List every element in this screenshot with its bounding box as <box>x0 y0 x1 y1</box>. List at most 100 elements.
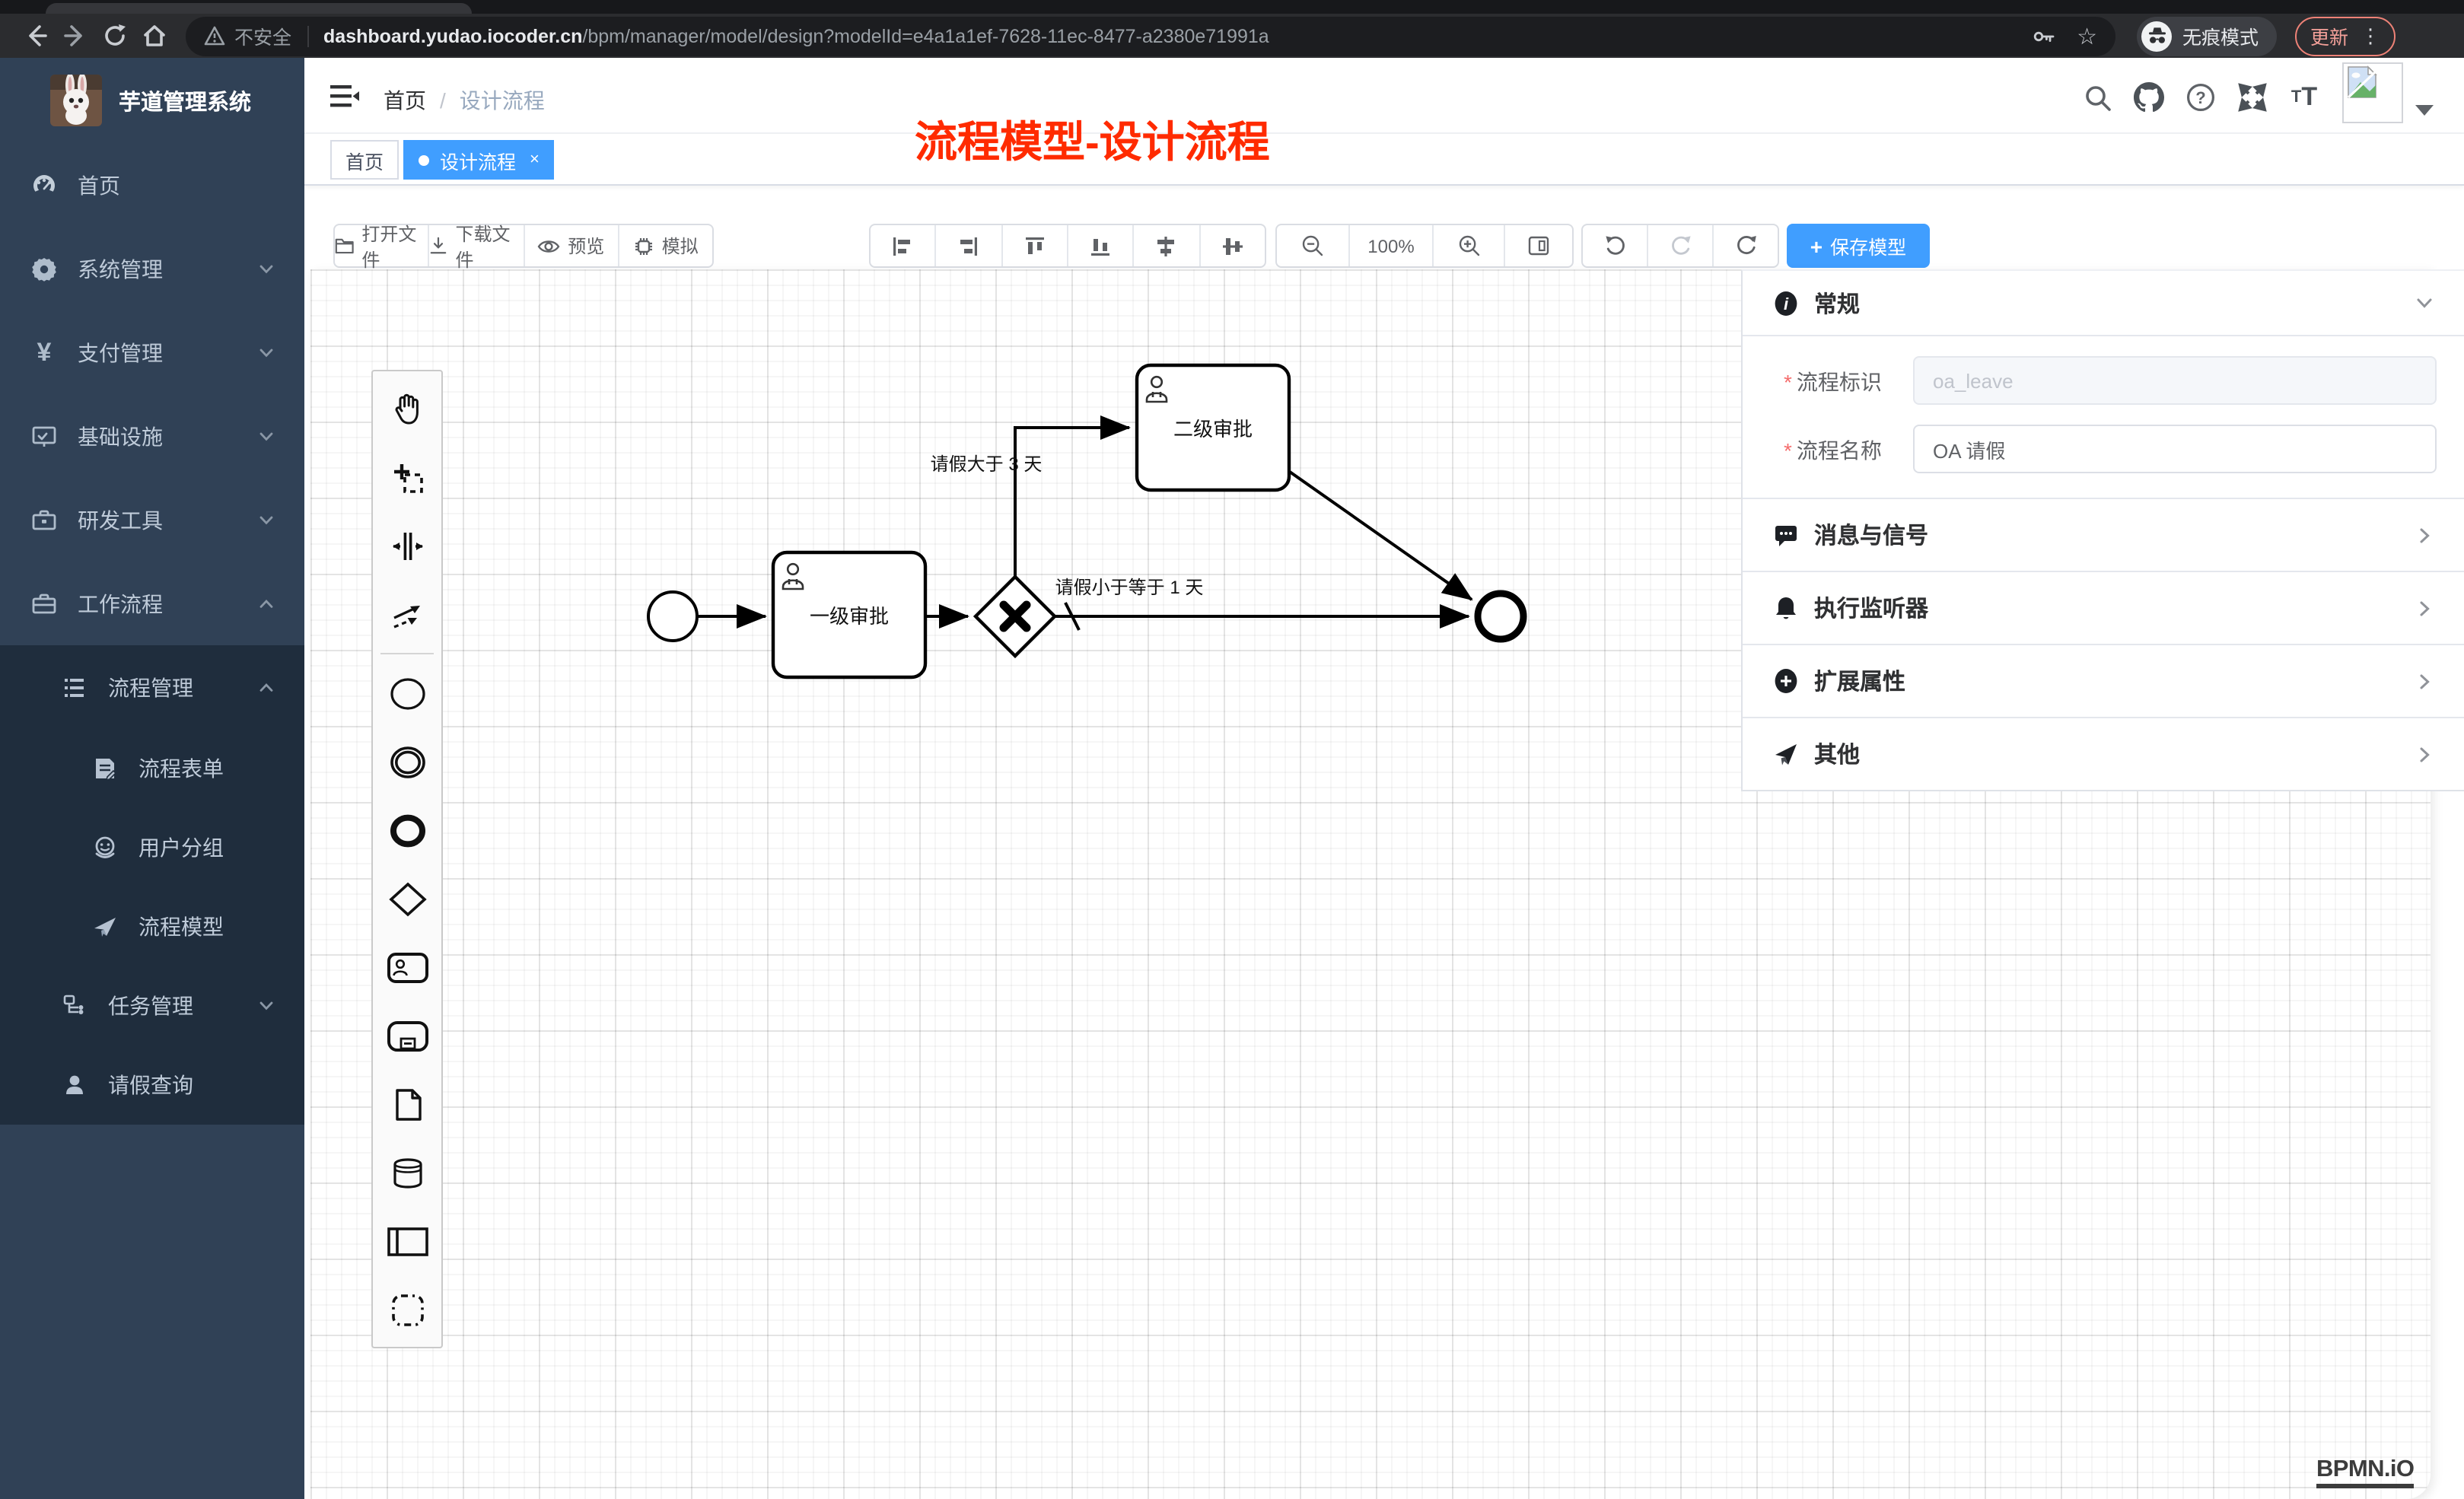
zoom-in-icon <box>1457 234 1480 257</box>
align-top-button[interactable] <box>1001 225 1067 266</box>
align-right-button[interactable] <box>935 225 1001 266</box>
preview-button[interactable]: 预览 <box>523 225 618 266</box>
process-name-input[interactable] <box>1913 425 2437 473</box>
section-general[interactable]: i 常规 <box>1743 271 2464 336</box>
sidebar-item-process-form[interactable]: 流程表单 <box>0 729 304 808</box>
logo-image <box>50 75 102 126</box>
sidebar-item-workflow[interactable]: 工作流程 <box>0 562 304 645</box>
sidebar-item-task-mgmt[interactable]: 任务管理 <box>0 966 304 1045</box>
breadcrumb-home[interactable]: 首页 <box>384 85 426 116</box>
end-event[interactable] <box>1478 594 1523 639</box>
chevron-down-icon <box>259 998 274 1014</box>
folder-icon <box>335 236 354 256</box>
incognito-badge: 无痕模式 <box>2137 16 2277 56</box>
help-icon[interactable]: ? <box>2185 82 2216 113</box>
zoom-out-button[interactable] <box>1277 225 1348 266</box>
tab-close-icon[interactable]: × <box>530 151 540 169</box>
tab-design-process[interactable]: 设计流程 × <box>403 140 555 180</box>
process-key-input[interactable] <box>1913 356 2437 405</box>
flow-gateway-to-task2[interactable] <box>1015 428 1129 577</box>
start-event[interactable] <box>648 592 697 641</box>
bpmn-io-logo[interactable]: BPMN.iO <box>2316 1456 2414 1488</box>
browser-tab-strip <box>0 0 2464 14</box>
zoom-in-button[interactable] <box>1432 225 1504 266</box>
svg-text:?: ? <box>2195 88 2205 107</box>
restart-button[interactable] <box>1712 225 1778 266</box>
form-row-process-name: *流程名称 <box>1743 425 2464 473</box>
sidebar-item-label: 流程模型 <box>138 912 224 942</box>
align-middle-button[interactable] <box>1199 225 1265 266</box>
save-model-button[interactable]: + 保存模型 <box>1787 224 1930 268</box>
tab-home[interactable]: 首页 <box>330 140 399 180</box>
download-file-button[interactable]: 下载文件 <box>428 225 524 266</box>
chevron-down-icon <box>259 261 274 276</box>
sidebar-item-process-mgmt[interactable]: 流程管理 <box>0 645 304 729</box>
section-title: 扩展属性 <box>1814 665 1905 697</box>
exclusive-gateway[interactable] <box>976 577 1055 656</box>
browser-update-button[interactable]: 更新 ⋮ <box>2295 16 2396 56</box>
sidebar-item-label: 用户分组 <box>138 832 224 863</box>
flow-label-gt3[interactable]: 请假大于 3 天 <box>931 454 1043 475</box>
fullscreen-icon[interactable] <box>2237 82 2268 113</box>
home-icon[interactable] <box>134 16 173 56</box>
avatar-dropdown-caret[interactable] <box>2415 105 2434 116</box>
section-extended-attributes[interactable]: 扩展属性 <box>1743 645 2464 718</box>
sidebar-item-process-model[interactable]: 流程模型 <box>0 887 304 966</box>
person-icon <box>61 1071 88 1099</box>
font-size-icon[interactable]: TT <box>2289 82 2319 113</box>
chevron-right-icon <box>2415 672 2434 690</box>
sidebar-item-system[interactable]: 系统管理 <box>0 227 304 310</box>
align-left-button[interactable] <box>871 225 935 266</box>
eye-icon <box>537 237 560 255</box>
avatar[interactable] <box>2342 62 2403 123</box>
sidebar-item-infrastructure[interactable]: 基础设施 <box>0 394 304 478</box>
search-icon[interactable] <box>2082 82 2112 113</box>
forward-icon[interactable] <box>55 16 94 56</box>
breadcrumb-separator: / <box>440 88 446 113</box>
user-task-level1[interactable]: 一级审批 <box>773 552 925 677</box>
align-bottom-button[interactable] <box>1067 225 1133 266</box>
sidebar-item-user-group[interactable]: 用户分组 <box>0 808 304 887</box>
briefcase-icon <box>30 590 58 617</box>
app-logo: 芋道管理系统 <box>0 58 304 143</box>
flow-label-le1[interactable]: 请假小于等于 1 天 <box>1055 578 1204 598</box>
zoom-level: 100% <box>1348 225 1432 266</box>
zoom-fit-button[interactable] <box>1504 225 1572 266</box>
breadcrumb-current: 设计流程 <box>460 85 545 116</box>
undo-icon <box>1603 234 1626 257</box>
github-icon[interactable] <box>2134 82 2164 113</box>
section-message-signal[interactable]: 消息与信号 <box>1743 499 2464 572</box>
simulate-button[interactable]: 模拟 <box>618 225 713 266</box>
align-center-button[interactable] <box>1133 225 1199 266</box>
redo-button[interactable] <box>1647 225 1712 266</box>
active-tab-dot <box>419 154 429 165</box>
key-icon[interactable] <box>2031 24 2055 48</box>
redo-icon <box>1669 234 1692 257</box>
sidebar-item-label: 工作流程 <box>78 588 163 619</box>
sidebar-collapse-icon[interactable] <box>329 82 359 110</box>
sidebar-item-leave-query[interactable]: 请假查询 <box>0 1045 304 1125</box>
incognito-icon <box>2141 21 2172 51</box>
back-icon[interactable] <box>15 16 55 56</box>
task2-label: 二级审批 <box>1173 418 1253 441</box>
url-bar[interactable]: 不安全 dashboard.yudao.iocoder.cn/bpm/manag… <box>186 16 2115 56</box>
browser-active-tab[interactable] <box>46 3 472 14</box>
refresh-icon[interactable] <box>94 16 134 56</box>
zoom-out-icon <box>1301 234 1324 257</box>
sidebar-item-home[interactable]: 首页 <box>0 143 304 227</box>
open-file-button[interactable]: 打开文件 <box>335 225 428 266</box>
url-path: /bpm/manager/model/design?modelId=e4a1a1… <box>582 25 1269 46</box>
section-other[interactable]: 其他 <box>1743 718 2464 791</box>
undo-button[interactable] <box>1583 225 1647 266</box>
sidebar-item-label: 流程管理 <box>108 672 193 702</box>
sidebar-item-label: 请假查询 <box>108 1070 193 1100</box>
chevron-right-icon <box>2415 599 2434 617</box>
flow-task2-to-end[interactable] <box>1288 470 1472 600</box>
sidebar-item-payment[interactable]: ¥ 支付管理 <box>0 310 304 394</box>
bookmark-star-icon[interactable]: ☆ <box>2077 22 2097 49</box>
plus-circle-icon <box>1773 668 1799 694</box>
user-task-level2[interactable]: 二级审批 <box>1137 365 1289 490</box>
sidebar-item-devtools[interactable]: 研发工具 <box>0 478 304 562</box>
section-execution-listener[interactable]: 执行监听器 <box>1743 572 2464 645</box>
browser-menu-icon[interactable]: ⋮ <box>2361 24 2380 48</box>
